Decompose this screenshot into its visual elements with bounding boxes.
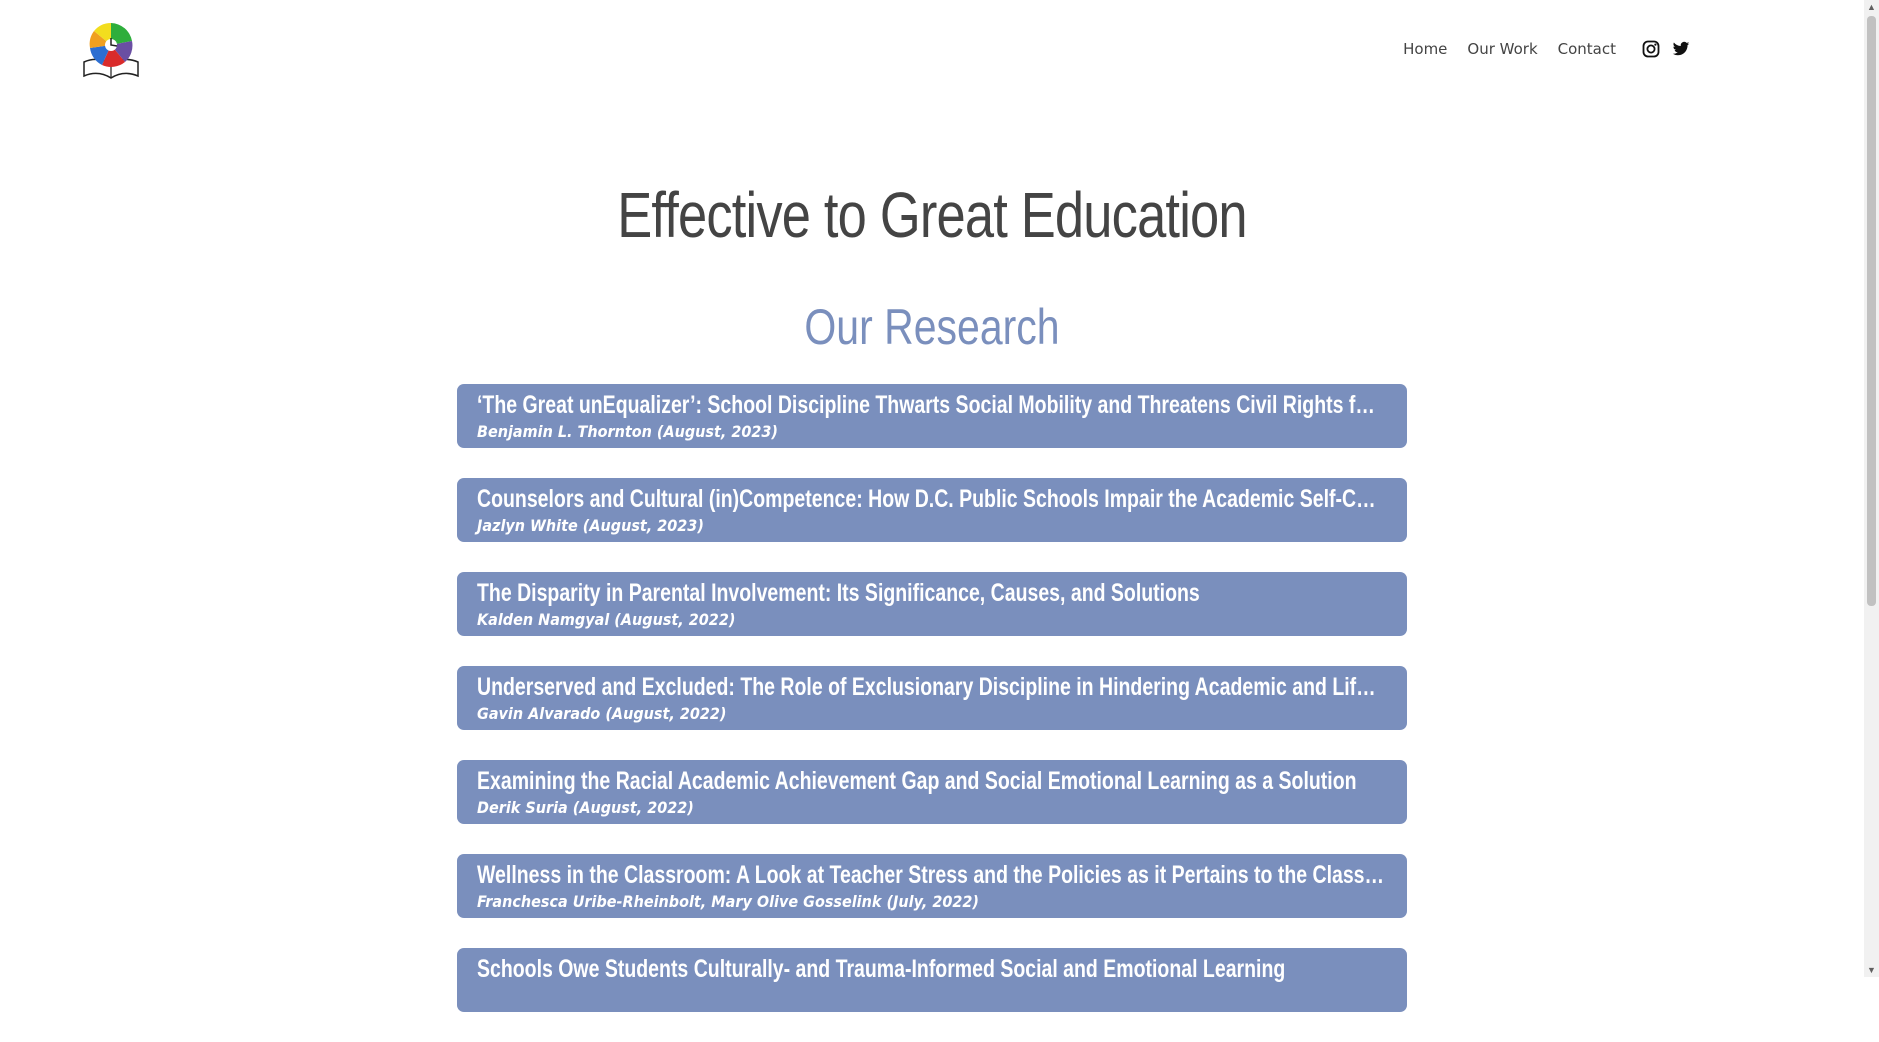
research-card[interactable]: Schools Owe Students Culturally- and Tra… bbox=[457, 948, 1407, 1012]
twitter-icon[interactable] bbox=[1672, 40, 1690, 58]
research-title: Underserved and Excluded: The Role of Ex… bbox=[477, 673, 1386, 701]
research-card[interactable]: Underserved and Excluded: The Role of Ex… bbox=[457, 666, 1407, 730]
research-author-date: Jazlyn White (August, 2023) bbox=[477, 516, 704, 535]
research-title: Examining the Racial Academic Achievemen… bbox=[477, 767, 1357, 795]
research-author-date: Benjamin L. Thornton (August, 2023) bbox=[477, 422, 779, 441]
research-author-date: Derik Suria (August, 2022) bbox=[477, 798, 694, 817]
research-card[interactable]: The Disparity in Parental Involvement: I… bbox=[457, 572, 1407, 636]
research-title: The Disparity in Parental Involvement: I… bbox=[477, 579, 1200, 607]
nav-contact[interactable]: Contact bbox=[1558, 40, 1616, 58]
nav-our-work[interactable]: Our Work bbox=[1467, 40, 1537, 58]
instagram-icon[interactable] bbox=[1642, 40, 1660, 58]
research-author-date: Kalden Namgyal (August, 2022) bbox=[477, 610, 736, 629]
research-card[interactable]: Wellness in the Classroom: A Look at Tea… bbox=[457, 854, 1407, 918]
research-author-date: Gavin Alvarado (August, 2022) bbox=[477, 704, 727, 723]
research-author-date: Franchesca Uribe-Rheinbolt, Mary Olive G… bbox=[477, 892, 980, 911]
scroll-up-arrow-icon[interactable]: ▲ bbox=[1867, 2, 1876, 12]
research-title: ‘The Great unEqualizer’: School Discipli… bbox=[477, 391, 1386, 419]
research-list: ‘The Great unEqualizer’: School Discipli… bbox=[457, 384, 1407, 1042]
social-links bbox=[1642, 40, 1690, 58]
section-title: Our Research bbox=[804, 299, 1060, 355]
research-title: Wellness in the Classroom: A Look at Tea… bbox=[477, 861, 1386, 889]
research-title: Schools Owe Students Culturally- and Tra… bbox=[477, 955, 1286, 983]
research-card[interactable]: Counselors and Cultural (in)Competence: … bbox=[457, 478, 1407, 542]
research-title: Counselors and Cultural (in)Competence: … bbox=[477, 485, 1386, 513]
research-card[interactable]: Examining the Racial Academic Achievemen… bbox=[457, 760, 1407, 824]
nav-home[interactable]: Home bbox=[1403, 40, 1447, 58]
site-header: Home Our Work Contact bbox=[0, 0, 1860, 100]
scroll-down-arrow-icon[interactable]: ▼ bbox=[1867, 965, 1876, 975]
site-title: Effective to Great Education bbox=[617, 179, 1247, 251]
page-scrollbar[interactable]: ▲ ▼ bbox=[1864, 0, 1879, 977]
site-logo[interactable] bbox=[80, 18, 142, 80]
research-card[interactable]: ‘The Great unEqualizer’: School Discipli… bbox=[457, 384, 1407, 448]
main-nav: Home Our Work Contact bbox=[1383, 40, 1690, 58]
logo-graphic bbox=[83, 22, 139, 79]
scroll-thumb[interactable] bbox=[1867, 16, 1876, 606]
